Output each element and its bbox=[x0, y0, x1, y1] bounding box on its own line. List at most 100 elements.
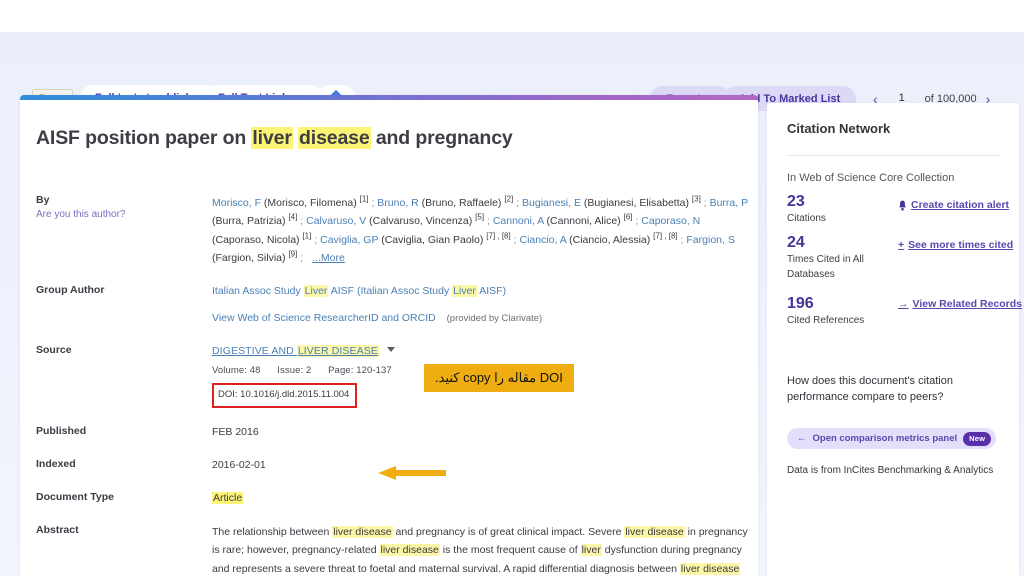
search-term-highlight: disease bbox=[298, 127, 371, 149]
search-term-highlight: liver bbox=[251, 127, 293, 149]
source-journal-link[interactable]: DIGESTIVE AND LIVER DISEASE bbox=[212, 345, 379, 357]
record-toolbar: Find It Full text at publisher Full Text… bbox=[0, 38, 1024, 111]
document-type-label: Document Type bbox=[36, 490, 114, 503]
indexed-label: Indexed bbox=[36, 457, 76, 470]
author-link[interactable]: Calvaruso, V bbox=[306, 215, 366, 227]
author-affiliation-ref: [6] bbox=[623, 212, 633, 222]
orcid-line: View Web of Science ResearcherID and ORC… bbox=[212, 310, 748, 327]
cited-references-caption: Cited References bbox=[787, 315, 865, 327]
group-author-link[interactable]: Italian Assoc Study Liver AISF (Italian … bbox=[212, 285, 506, 297]
record-metadata: By Are you this author? Morisco, F (Mori… bbox=[36, 193, 748, 576]
author-link[interactable]: Ciancio, A bbox=[520, 234, 567, 246]
authors-label: By Are you this author? bbox=[36, 193, 212, 220]
source-pages: Page: 120-137 bbox=[328, 365, 392, 376]
stat-citations: 23 Citations bbox=[787, 193, 895, 227]
author-affiliation-ref: [2] bbox=[504, 194, 514, 203]
view-related-records-link[interactable]: → View Related Records bbox=[898, 298, 1022, 310]
search-term-highlight: liver disease bbox=[624, 525, 685, 538]
author-separator: ; bbox=[311, 233, 321, 246]
author-separator: ; bbox=[700, 196, 710, 209]
author-link[interactable]: Burra, P bbox=[710, 197, 748, 209]
author-affiliation-ref: [7] , [8] bbox=[653, 231, 678, 240]
authors-more-link[interactable]: ...More bbox=[312, 252, 345, 264]
peers-question: How does this document's citation perfor… bbox=[787, 375, 953, 404]
search-term-highlight: liver disease bbox=[679, 563, 741, 576]
annotation-text: DOI مقاله را copy کنید. bbox=[435, 370, 563, 385]
card-accent-bar bbox=[20, 95, 758, 100]
plus-icon: + bbox=[898, 239, 905, 251]
search-term-highlight: Liver bbox=[452, 285, 477, 297]
author-link[interactable]: Morisco, F bbox=[212, 197, 261, 209]
search-term-highlight: Liver bbox=[303, 285, 329, 297]
left-arrow-icon bbox=[378, 466, 446, 480]
author-affiliation-ref: [3] bbox=[691, 194, 701, 203]
author-affiliation-ref: [7] , [8] bbox=[486, 231, 511, 240]
author-link[interactable]: Bruno, R bbox=[377, 197, 418, 209]
orcid-provider-note: (provided by Clarivate) bbox=[446, 313, 543, 324]
authors-value: Morisco, F (Morisco, Filomena) [1] ; Bru… bbox=[212, 194, 748, 264]
author-link[interactable]: Bugianesi, E bbox=[522, 197, 581, 209]
divider bbox=[787, 155, 999, 156]
citation-network-panel: Citation Network In Web of Science Core … bbox=[767, 103, 1022, 576]
search-term-highlight: liver bbox=[580, 544, 602, 557]
document-type-highlight: Article bbox=[212, 491, 244, 504]
author-separator: ; bbox=[632, 215, 642, 227]
metadata-row-published: Published FEB 2016 bbox=[36, 424, 748, 441]
cited-references-count: 196 bbox=[787, 295, 814, 312]
screenshot-root: Find It Full text at publisher Full Text… bbox=[0, 0, 1024, 576]
group-author-label: Group Author bbox=[36, 284, 105, 296]
author-link[interactable]: Caporaso, N bbox=[641, 215, 700, 227]
record-card: AISF position paper on liver disease and… bbox=[20, 95, 758, 576]
citations-caption: Citations bbox=[787, 213, 826, 225]
source-label: Source bbox=[36, 344, 72, 356]
open-comparison-metrics-panel-label: Open comparison metrics panel bbox=[812, 433, 958, 444]
abstract-label: Abstract bbox=[36, 523, 79, 536]
author-link[interactable]: Cannoni, A bbox=[493, 215, 544, 227]
published-label: Published bbox=[36, 424, 87, 437]
bell-icon bbox=[899, 200, 906, 210]
source-volume: Volume: 48 bbox=[212, 365, 261, 376]
are-you-this-author-link[interactable]: Are you this author? bbox=[36, 209, 212, 220]
see-more-times-cited-label: See more times cited bbox=[908, 239, 1014, 251]
open-comparison-metrics-panel-button[interactable]: ← Open comparison metrics panel New bbox=[787, 428, 997, 449]
author-separator: ; bbox=[513, 196, 523, 209]
search-term-highlight: liver disease bbox=[332, 525, 393, 538]
metadata-row-document-type: Document Type Article bbox=[36, 490, 748, 507]
author-separator: ; bbox=[368, 196, 378, 209]
author-separator: ; bbox=[510, 233, 520, 246]
create-citation-alert-label: Create citation alert bbox=[911, 199, 1010, 211]
published-value: FEB 2016 bbox=[212, 425, 259, 438]
see-more-times-cited-link[interactable]: + See more times cited bbox=[898, 239, 1013, 251]
citations-count: 23 bbox=[787, 193, 805, 210]
indexed-value: 2016-02-01 bbox=[212, 458, 266, 471]
stat-times-cited: 24 Times Cited in All Databases bbox=[787, 234, 895, 282]
author-link[interactable]: Fargion, S bbox=[686, 234, 734, 246]
metadata-row-source: Source DIGESTIVE AND LIVER DISEASE Volum… bbox=[36, 343, 748, 408]
citation-network-title: Citation Network bbox=[787, 121, 891, 136]
document-type-value: Article bbox=[212, 490, 748, 507]
create-citation-alert-link[interactable]: Create citation alert bbox=[898, 199, 1009, 211]
doi-value[interactable]: DOI: 10.1016/j.dld.2015.11.004 bbox=[212, 383, 358, 408]
metadata-row-group-author: Group Author Italian Assoc Study Liver A… bbox=[36, 283, 748, 327]
arrow-right-icon: → bbox=[898, 298, 909, 310]
source-issue: Issue: 2 bbox=[277, 365, 312, 376]
metadata-row-authors: By Are you this author? Morisco, F (Mori… bbox=[36, 193, 748, 267]
page-title: AISF position paper on liver disease and… bbox=[36, 127, 513, 149]
annotation-callout: DOI مقاله را copy کنید. bbox=[424, 364, 574, 392]
author-separator: ; bbox=[297, 215, 307, 227]
new-badge: New bbox=[963, 431, 992, 446]
view-related-records-label: View Related Records bbox=[912, 298, 1023, 310]
caret-down-icon[interactable] bbox=[386, 347, 395, 352]
arrow-left-icon: ← bbox=[797, 433, 807, 444]
stat-cited-references: 196 Cited References bbox=[787, 295, 895, 329]
metadata-row-abstract: Abstract The relationship between liver … bbox=[36, 523, 748, 576]
author-link[interactable]: Caviglia, GP bbox=[320, 234, 378, 246]
author-affiliation-ref: [4] bbox=[288, 212, 298, 222]
core-collection-label: In Web of Science Core Collection bbox=[787, 172, 955, 184]
orcid-link[interactable]: View Web of Science ResearcherID and ORC… bbox=[212, 312, 436, 324]
abstract-value: The relationship between liver disease a… bbox=[212, 525, 748, 576]
